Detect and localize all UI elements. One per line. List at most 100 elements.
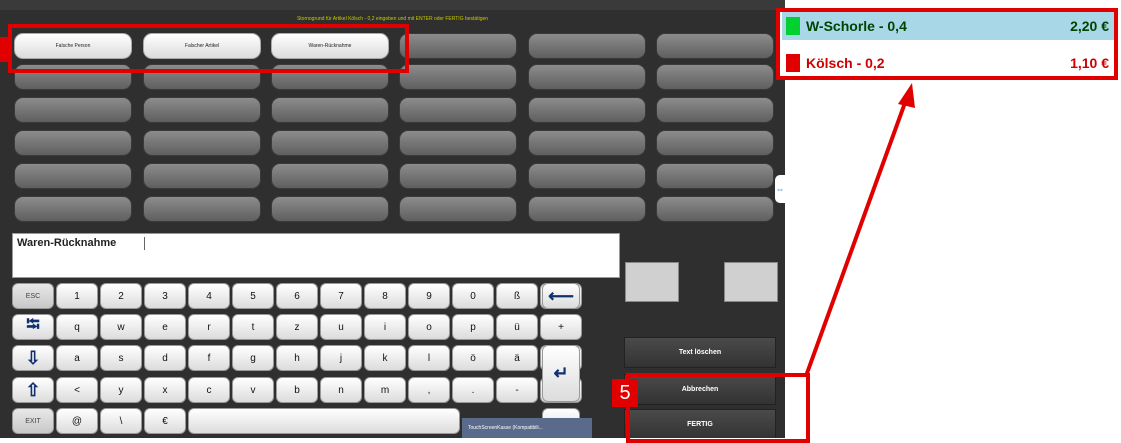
reason-button[interactable]: Falsche Person: [14, 33, 132, 59]
key-0[interactable]: 0: [452, 283, 494, 309]
key-1[interactable]: 1: [56, 283, 98, 309]
key-backslash[interactable]: \: [100, 408, 142, 434]
empty-grid-button[interactable]: [143, 64, 261, 90]
caps-lock-key-icon[interactable]: ⇩: [12, 345, 54, 371]
empty-grid-button[interactable]: [143, 163, 261, 189]
empty-grid-button[interactable]: [656, 130, 774, 156]
shift-key-icon[interactable]: ⇧: [12, 377, 54, 403]
clear-text-button[interactable]: Text löschen: [624, 337, 776, 368]
key-t[interactable]: t: [232, 314, 274, 340]
key-o[interactable]: o: [408, 314, 450, 340]
key-4[interactable]: 4: [188, 283, 230, 309]
key-u[interactable]: u: [320, 314, 362, 340]
key-ß[interactable]: ß: [496, 283, 538, 309]
key-a[interactable]: a: [56, 345, 98, 371]
empty-grid-button[interactable]: [528, 33, 646, 59]
key-5[interactable]: 5: [232, 283, 274, 309]
key-<[interactable]: <: [56, 377, 98, 403]
key-ü[interactable]: ü: [496, 314, 538, 340]
key-2[interactable]: 2: [100, 283, 142, 309]
key-l[interactable]: l: [408, 345, 450, 371]
empty-grid-button[interactable]: [14, 196, 132, 222]
empty-grid-button[interactable]: [399, 64, 517, 90]
key-b[interactable]: b: [276, 377, 318, 403]
key-i[interactable]: i: [364, 314, 406, 340]
key--[interactable]: -: [496, 377, 538, 403]
blank-square-left[interactable]: [625, 262, 679, 302]
key-e[interactable]: e: [144, 314, 186, 340]
key-q[interactable]: q: [56, 314, 98, 340]
done-button[interactable]: FERTIG: [624, 409, 776, 438]
empty-grid-button[interactable]: [656, 33, 774, 59]
reason-button[interactable]: Falscher Artikel: [143, 33, 261, 59]
cart-item-wschorle[interactable]: W-Schorle - 0,4 2,20 €: [782, 12, 1117, 40]
cancel-button[interactable]: Abbrechen: [624, 374, 776, 405]
key-6[interactable]: 6: [276, 283, 318, 309]
key-ö[interactable]: ö: [452, 345, 494, 371]
enter-key-icon[interactable]: ↵: [542, 345, 580, 402]
key-9[interactable]: 9: [408, 283, 450, 309]
empty-grid-button[interactable]: [656, 97, 774, 123]
key-n[interactable]: n: [320, 377, 362, 403]
key-f[interactable]: f: [188, 345, 230, 371]
key-j[interactable]: j: [320, 345, 362, 371]
key-s[interactable]: s: [100, 345, 142, 371]
empty-grid-button[interactable]: [14, 163, 132, 189]
taskbar-item[interactable]: TouchScreenKasse (Kompatibili...: [462, 418, 592, 438]
key-ESC[interactable]: ESC: [12, 283, 54, 309]
empty-grid-button[interactable]: [399, 196, 517, 222]
tab-key-icon[interactable]: ⭾: [12, 314, 54, 340]
key-exit[interactable]: EXIT: [12, 408, 54, 434]
empty-grid-button[interactable]: [656, 64, 774, 90]
spacebar[interactable]: [188, 408, 460, 434]
key-r[interactable]: r: [188, 314, 230, 340]
empty-grid-button[interactable]: [271, 97, 389, 123]
key-z[interactable]: z: [276, 314, 318, 340]
empty-grid-button[interactable]: [399, 33, 517, 59]
key-d[interactable]: d: [144, 345, 186, 371]
key-p[interactable]: p: [452, 314, 494, 340]
key-ä[interactable]: ä: [496, 345, 538, 371]
empty-grid-button[interactable]: [143, 97, 261, 123]
key-7[interactable]: 7: [320, 283, 362, 309]
reason-button[interactable]: Waren-Rücknahme: [271, 33, 389, 59]
empty-grid-button[interactable]: [143, 196, 261, 222]
key-m[interactable]: m: [364, 377, 406, 403]
key-h[interactable]: h: [276, 345, 318, 371]
key-w[interactable]: w: [100, 314, 142, 340]
key-v[interactable]: v: [232, 377, 274, 403]
key-+[interactable]: +: [540, 314, 582, 340]
empty-grid-button[interactable]: [399, 130, 517, 156]
empty-grid-button[interactable]: [271, 196, 389, 222]
key-3[interactable]: 3: [144, 283, 186, 309]
empty-grid-button[interactable]: [656, 163, 774, 189]
key-8[interactable]: 8: [364, 283, 406, 309]
empty-grid-button[interactable]: [528, 64, 646, 90]
empty-grid-button[interactable]: [14, 130, 132, 156]
empty-grid-button[interactable]: [656, 196, 774, 222]
blank-square-right[interactable]: [724, 262, 778, 302]
empty-grid-button[interactable]: [399, 163, 517, 189]
empty-grid-button[interactable]: [271, 163, 389, 189]
reason-textfield[interactable]: Waren-Rücknahme: [12, 233, 620, 278]
empty-grid-button[interactable]: [528, 130, 646, 156]
empty-grid-button[interactable]: [143, 130, 261, 156]
empty-grid-button[interactable]: [528, 163, 646, 189]
key-x[interactable]: x: [144, 377, 186, 403]
key-c[interactable]: c: [188, 377, 230, 403]
empty-grid-button[interactable]: [399, 97, 517, 123]
key-g[interactable]: g: [232, 345, 274, 371]
empty-grid-button[interactable]: [528, 196, 646, 222]
key-,[interactable]: ,: [408, 377, 450, 403]
cart-item-koelsch[interactable]: Kölsch - 0,2 1,10 €: [782, 49, 1117, 77]
key-y[interactable]: y: [100, 377, 142, 403]
key-euro[interactable]: €: [144, 408, 186, 434]
empty-grid-button[interactable]: [14, 64, 132, 90]
side-toggle-icon[interactable]: ⇔: [775, 175, 785, 203]
key-at[interactable]: @: [56, 408, 98, 434]
backspace-key-icon[interactable]: ⟵: [542, 283, 580, 309]
key-.[interactable]: .: [452, 377, 494, 403]
empty-grid-button[interactable]: [271, 130, 389, 156]
empty-grid-button[interactable]: [14, 97, 132, 123]
empty-grid-button[interactable]: [271, 64, 389, 90]
